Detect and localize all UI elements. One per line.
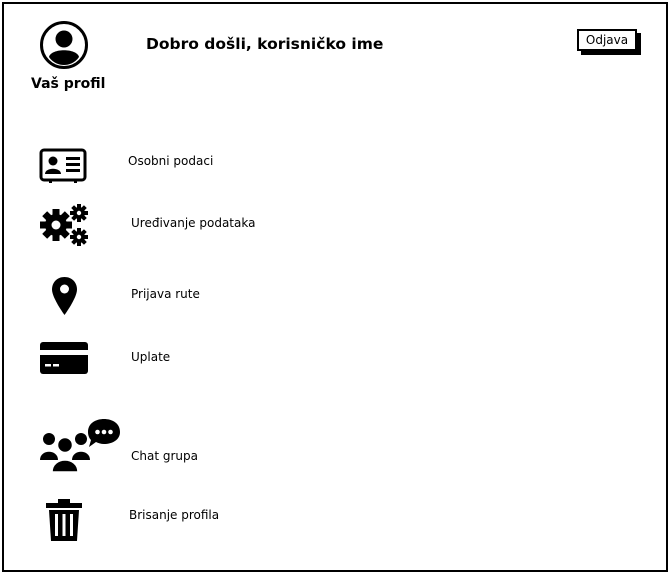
menu-item-label: Brisanje profila xyxy=(129,508,220,522)
menu-item-label: Uređivanje podataka xyxy=(131,216,256,230)
welcome-title: Dobro došli, korisničko ime xyxy=(146,35,384,53)
menu-item-edit-data[interactable]: Uređivanje podataka xyxy=(0,200,400,260)
profile-label[interactable]: Vaš profil xyxy=(31,76,105,92)
credit-card-icon xyxy=(40,342,88,374)
gears-icon xyxy=(39,202,89,248)
menu-item-chat-group[interactable]: Chat grupa xyxy=(0,415,400,475)
avatar-icon[interactable] xyxy=(39,20,89,70)
menu-item-delete-profile[interactable]: Brisanje profila xyxy=(0,495,400,555)
map-pin-icon xyxy=(51,276,78,316)
menu-item-payments[interactable]: Uplate xyxy=(0,335,400,395)
group-chat-icon xyxy=(40,417,122,475)
menu-item-personal-data[interactable]: Osobni podaci xyxy=(0,140,400,200)
logout-button[interactable]: Odjava xyxy=(577,29,637,51)
trash-icon xyxy=(46,499,82,541)
menu-item-label: Osobni podaci xyxy=(128,154,214,168)
menu-item-label: Prijava rute xyxy=(131,287,200,301)
menu-item-route-registration[interactable]: Prijava rute xyxy=(0,270,400,330)
menu-item-label: Uplate xyxy=(131,350,171,364)
menu-item-label: Chat grupa xyxy=(131,449,198,463)
id-card-icon xyxy=(39,148,87,184)
